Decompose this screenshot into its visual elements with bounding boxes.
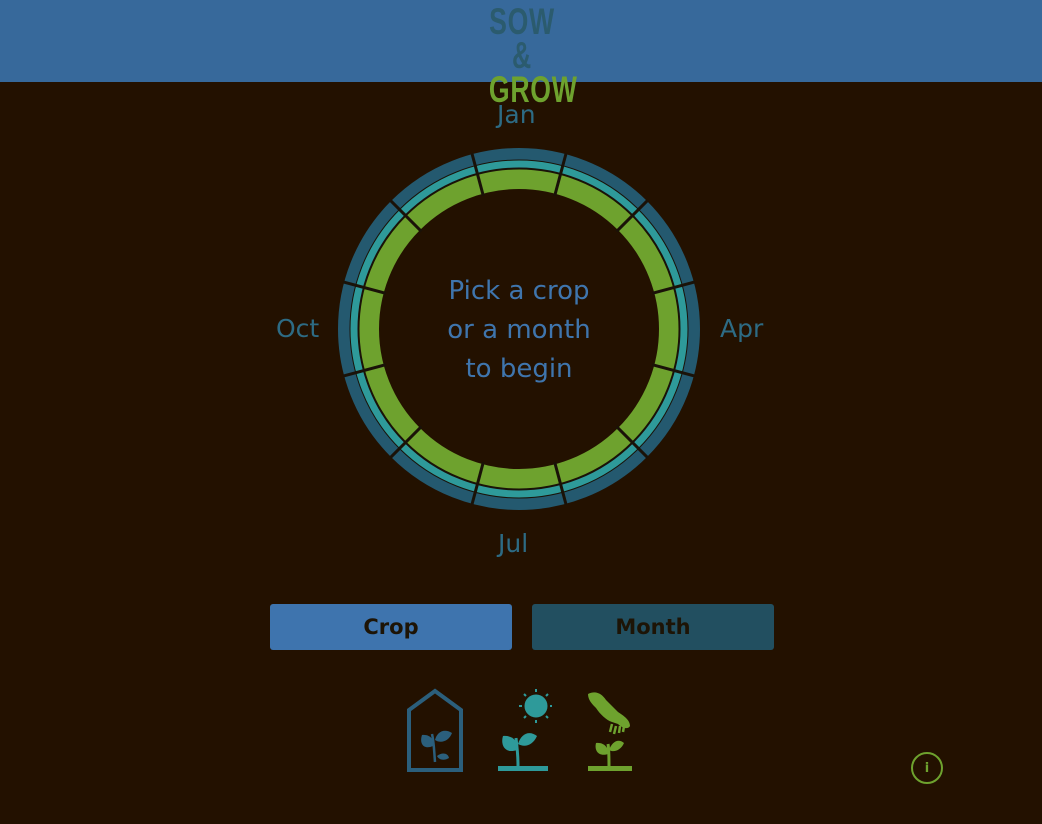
harvest-icon	[588, 692, 632, 771]
wheel-prompt: Pick a crop or a month to begin	[419, 272, 619, 389]
wheel-label-left: Oct	[276, 314, 320, 343]
month-segment-jul[interactable]	[472, 462, 566, 511]
outdoor-sow-icon	[498, 689, 552, 771]
month-segment-oct[interactable]	[337, 282, 386, 376]
info-button[interactable]: i	[911, 752, 943, 784]
app-header: SOW & GROW	[0, 0, 1042, 108]
wheel-label-bottom: Jul	[498, 529, 529, 558]
greenhouse-sow-icon	[407, 688, 463, 772]
wheel-label-right: Apr	[720, 314, 764, 343]
crop-button[interactable]: Crop	[270, 604, 512, 650]
month-button[interactable]: Month	[532, 604, 774, 650]
logo-line-sow: SOW &	[489, 1, 555, 76]
wheel-label-top: Jan	[497, 100, 536, 129]
wheel-prompt-line-2: or a month	[447, 315, 591, 345]
month-segment-jan[interactable]	[472, 147, 566, 196]
month-segment-apr[interactable]	[652, 282, 701, 376]
wheel-prompt-line-1: Pick a crop	[448, 276, 590, 306]
month-wheel-area: Jan Apr Jul Oct Pick a crop or a month t…	[0, 82, 1042, 582]
wheel-prompt-line-3: to begin	[465, 354, 573, 384]
